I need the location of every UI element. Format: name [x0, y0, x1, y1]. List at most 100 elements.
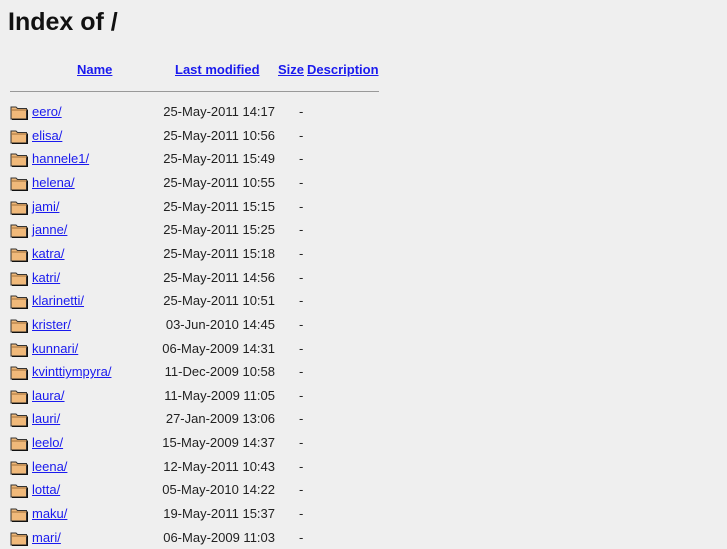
- table-row: janne/ 25-May-2011 15:25 -: [0, 220, 400, 240]
- folder-link[interactable]: mari/: [32, 530, 61, 545]
- size: -: [299, 411, 304, 427]
- last-modified: 25-May-2011 10:51: [163, 293, 275, 309]
- folder-icon: [10, 506, 29, 523]
- divider: [10, 91, 379, 92]
- last-modified: 05-May-2010 14:22: [162, 482, 275, 498]
- table-row: lauri/ 27-Jan-2009 13:06 -: [0, 409, 400, 429]
- last-modified: 11-May-2009 11:05: [164, 387, 275, 403]
- last-modified: 06-May-2009 11:03: [163, 529, 275, 545]
- size: -: [299, 127, 304, 143]
- table-row: kunnari/ 06-May-2009 14:31 -: [0, 339, 400, 359]
- table-row: elisa/ 25-May-2011 10:56 -: [0, 126, 400, 146]
- last-modified: 11-Dec-2009 10:58: [164, 364, 275, 380]
- size: -: [299, 529, 304, 545]
- size: -: [299, 364, 304, 380]
- folder-link[interactable]: jami/: [32, 199, 59, 214]
- sort-by-name-link[interactable]: Name: [77, 62, 112, 77]
- table-row: lotta/ 05-May-2010 14:22 -: [0, 480, 400, 500]
- folder-link[interactable]: laura/: [32, 388, 65, 403]
- folder-icon: [10, 388, 29, 404]
- folder-icon: [10, 222, 29, 239]
- table-row: katri/ 25-May-2011 14:56 -: [0, 268, 400, 288]
- last-modified: 15-May-2009 14:37: [162, 435, 275, 451]
- sort-by-modified-link[interactable]: Last modified: [175, 62, 260, 77]
- last-modified: 25-May-2011 15:25: [163, 222, 275, 238]
- folder-link[interactable]: janne/: [32, 222, 67, 237]
- folder-icon: [10, 270, 29, 286]
- table-row: helena/ 25-May-2011 10:55 -: [0, 173, 400, 193]
- folder-icon: [10, 293, 29, 310]
- size: -: [299, 222, 304, 238]
- folder-icon: [10, 175, 29, 192]
- folder-icon: [10, 411, 29, 428]
- table-row: katra/ 25-May-2011 15:18 -: [0, 244, 400, 264]
- folder-link[interactable]: lauri/: [32, 411, 60, 426]
- last-modified: 25-May-2011 15:18: [163, 245, 275, 261]
- folder-icon: [10, 459, 29, 475]
- size: -: [299, 174, 304, 190]
- folder-icon: [10, 199, 29, 215]
- size: -: [299, 340, 304, 356]
- last-modified: 06-May-2009 14:31: [162, 340, 275, 356]
- sort-by-size-link[interactable]: Size: [278, 62, 304, 77]
- folder-icon: [10, 128, 29, 144]
- last-modified: 25-May-2011 15:49: [163, 151, 275, 167]
- folder-link[interactable]: leelo/: [32, 435, 63, 450]
- folder-icon: [10, 482, 29, 499]
- table-row: hannele1/ 25-May-2011 15:49 -: [0, 149, 400, 169]
- folder-icon: [10, 246, 29, 262]
- size: -: [299, 506, 304, 522]
- folder-link[interactable]: klarinetti/: [32, 293, 84, 308]
- folder-link[interactable]: kvinttiympyra/: [32, 364, 111, 379]
- table-row: maku/ 19-May-2011 15:37 -: [0, 504, 400, 524]
- size: -: [299, 435, 304, 451]
- table-row: eero/ 25-May-2011 14:17 -: [0, 102, 400, 122]
- size: -: [299, 293, 304, 309]
- folder-link[interactable]: hannele1/: [32, 151, 89, 166]
- table-row: klarinetti/ 25-May-2011 10:51 -: [0, 291, 400, 311]
- folder-link[interactable]: lotta/: [32, 482, 60, 497]
- table-row: kvinttiympyra/ 11-Dec-2009 10:58 -: [0, 362, 400, 382]
- size: -: [299, 482, 304, 498]
- last-modified: 25-May-2011 15:15: [163, 198, 275, 214]
- last-modified: 12-May-2011 10:43: [163, 458, 275, 474]
- folder-link[interactable]: leena/: [32, 459, 67, 474]
- folder-link[interactable]: katri/: [32, 270, 60, 285]
- folder-icon: [10, 317, 29, 333]
- size: -: [299, 198, 304, 214]
- folder-icon: [10, 435, 29, 452]
- folder-icon: [10, 364, 29, 381]
- last-modified: 03-Jun-2010 14:45: [165, 316, 275, 332]
- folder-icon: [10, 530, 29, 546]
- table-row: leelo/ 15-May-2009 14:37 -: [0, 433, 400, 453]
- last-modified: 19-May-2011 15:37: [163, 506, 275, 522]
- last-modified: 25-May-2011 10:56: [163, 127, 275, 143]
- table-row: krister/ 03-Jun-2010 14:45 -: [0, 315, 400, 335]
- table-row: laura/ 11-May-2009 11:05 -: [0, 386, 400, 406]
- last-modified: 27-Jan-2009 13:06: [165, 411, 275, 427]
- last-modified: 25-May-2011 14:56: [163, 269, 275, 285]
- folder-link[interactable]: helena/: [32, 175, 75, 190]
- size: -: [299, 269, 304, 285]
- folder-icon: [10, 104, 29, 121]
- folder-link[interactable]: maku/: [32, 506, 67, 521]
- last-modified: 25-May-2011 14:17: [163, 104, 275, 119]
- folder-link[interactable]: eero/: [32, 104, 62, 119]
- folder-link[interactable]: katra/: [32, 246, 65, 261]
- size: -: [299, 316, 304, 332]
- size: -: [299, 387, 304, 403]
- table-row: leena/ 12-May-2011 10:43 -: [0, 457, 400, 477]
- size: -: [299, 458, 304, 474]
- size: -: [299, 151, 304, 167]
- folder-link[interactable]: kunnari/: [32, 341, 78, 356]
- folder-icon: [10, 151, 29, 168]
- folder-icon: [10, 341, 29, 357]
- page-title: Index of /: [8, 8, 118, 36]
- sort-by-description-link[interactable]: Description: [307, 62, 379, 77]
- folder-link[interactable]: krister/: [32, 317, 71, 332]
- size: -: [299, 245, 304, 261]
- folder-link[interactable]: elisa/: [32, 128, 62, 143]
- table-row: jami/ 25-May-2011 15:15 -: [0, 197, 400, 217]
- last-modified: 25-May-2011 10:55: [163, 174, 275, 190]
- size: -: [299, 104, 304, 119]
